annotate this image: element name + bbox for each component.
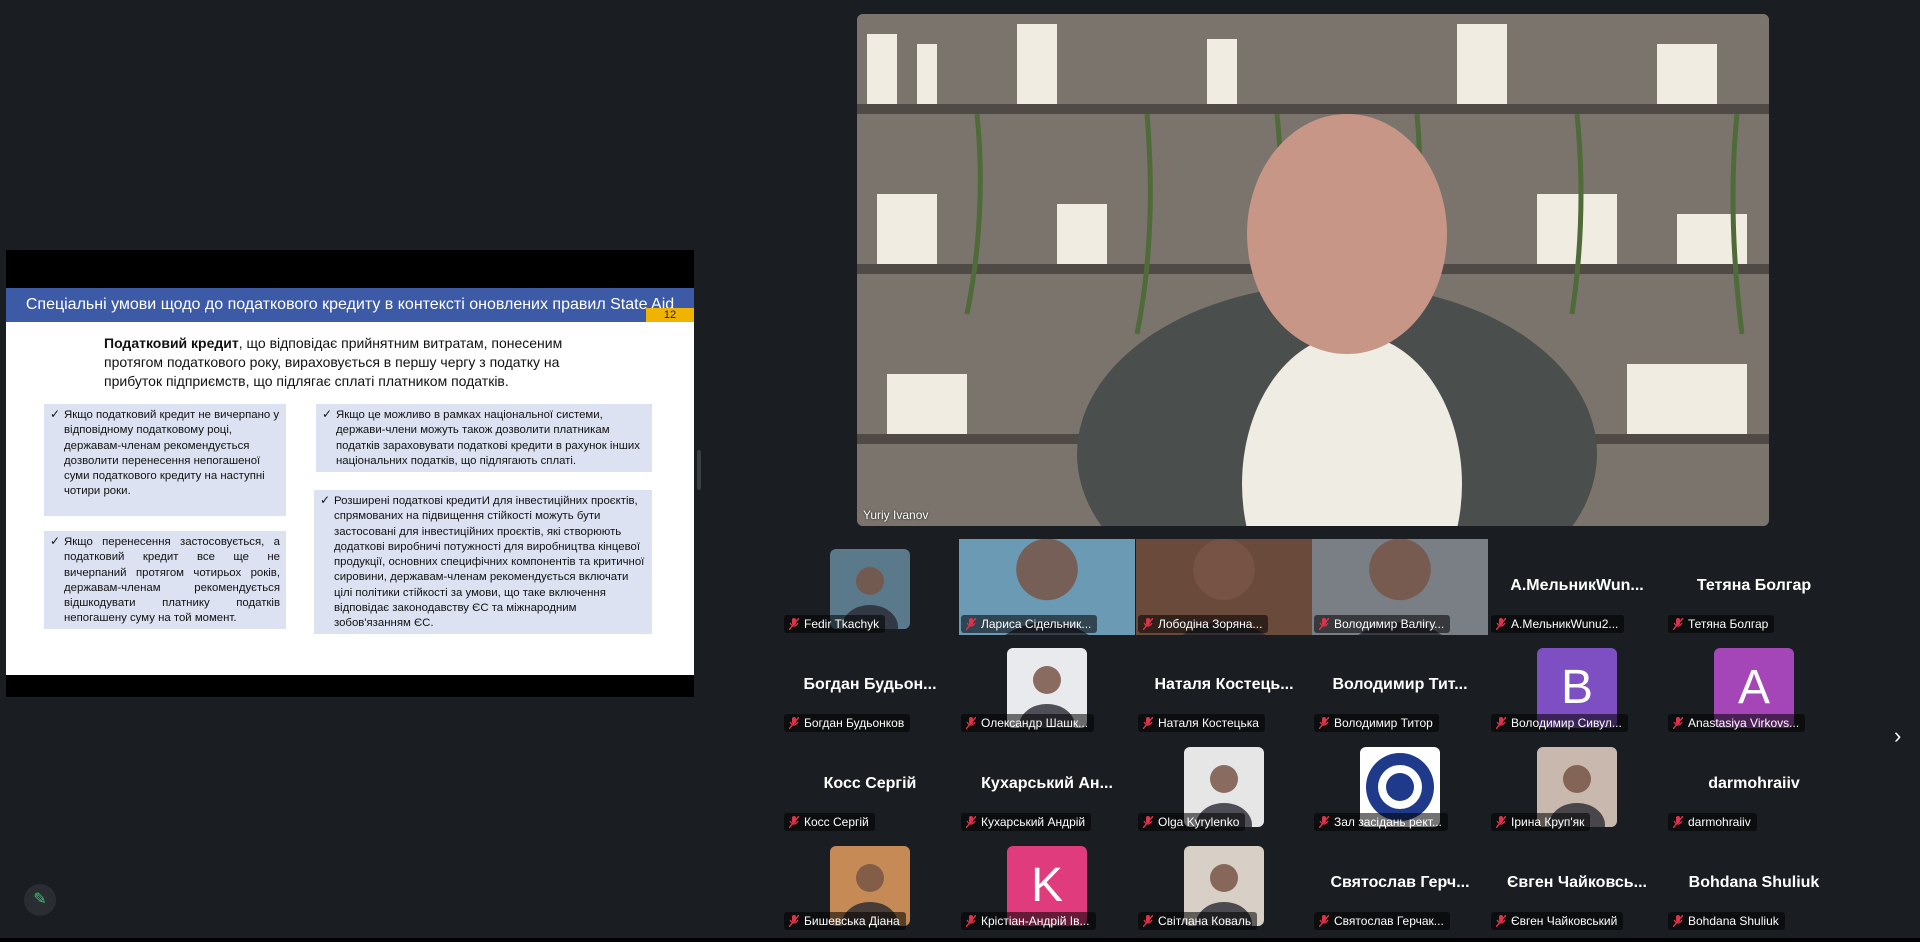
muted-mic-icon bbox=[1673, 915, 1683, 927]
muted-mic-icon bbox=[1496, 717, 1506, 729]
muted-mic-icon bbox=[1319, 717, 1329, 729]
participant-tile[interactable]: Олександр Шашк... bbox=[959, 638, 1135, 734]
muted-mic-icon bbox=[1319, 618, 1329, 630]
participant-tile[interactable]: A Anastasiya Virkovs... bbox=[1666, 638, 1842, 734]
muted-mic-icon bbox=[789, 915, 799, 927]
participant-tile[interactable]: Косс Сергій Косс Сергій bbox=[782, 737, 958, 833]
participant-name-label: Anastasiya Virkovs... bbox=[1668, 714, 1806, 732]
participant-name-label: Olga Kyrylenko bbox=[1138, 813, 1246, 831]
participant-name-label: Бишевська Діана bbox=[784, 912, 906, 930]
annotate-pencil-icon[interactable]: ✎ bbox=[24, 884, 56, 916]
participant-name-label: Володимир Титор bbox=[1314, 714, 1439, 732]
participant-tile[interactable]: Наталя Костець... Наталя Костецька bbox=[1136, 638, 1312, 734]
muted-mic-icon bbox=[1143, 717, 1153, 729]
participant-display-name: darmohraiiv bbox=[1708, 775, 1800, 792]
participant-tile[interactable]: Євген Чайковсь... Євген Чайковський bbox=[1489, 836, 1665, 932]
participant-tile[interactable]: darmohraiiv darmohraiiv bbox=[1666, 737, 1842, 833]
participant-name-label: Володимир Валігу... bbox=[1314, 615, 1451, 633]
participant-tile[interactable]: Володимир Валігу... bbox=[1312, 539, 1488, 635]
participant-display-name: Володимир Тит... bbox=[1332, 676, 1468, 693]
participant-display-name: Святослав Герч... bbox=[1330, 874, 1470, 891]
muted-mic-icon bbox=[966, 618, 976, 630]
participant-name-label: Олександр Шашк... bbox=[961, 714, 1095, 732]
muted-mic-icon bbox=[1143, 915, 1153, 927]
participant-display-name: Bohdana Shuliuk bbox=[1688, 874, 1820, 891]
participant-tile[interactable]: Світлана Коваль bbox=[1136, 836, 1312, 932]
muted-mic-icon bbox=[1673, 717, 1683, 729]
muted-mic-icon bbox=[789, 618, 799, 630]
next-page-arrow-icon[interactable]: › bbox=[1894, 724, 1910, 748]
muted-mic-icon bbox=[966, 915, 976, 927]
muted-mic-icon bbox=[789, 717, 799, 729]
participant-tile[interactable]: Fedir Tkachyk bbox=[782, 539, 958, 635]
participant-name-label: Євген Чайковський bbox=[1491, 912, 1624, 930]
muted-mic-icon bbox=[966, 816, 976, 828]
participant-name-label: Богдан Будьонков bbox=[784, 714, 911, 732]
participant-tile[interactable]: Святослав Герч... Святослав Герчак... bbox=[1312, 836, 1488, 932]
participant-tile[interactable]: Тетяна Болгар Тетяна Болгар bbox=[1666, 539, 1842, 635]
participant-tile[interactable]: Богдан Будьон... Богдан Будьонков bbox=[782, 638, 958, 734]
participant-name-label: Ірина Круп'як bbox=[1491, 813, 1591, 831]
participant-name-label: Bohdana Shuliuk bbox=[1668, 912, 1785, 930]
participant-name-label: Кухарський Андрій bbox=[961, 813, 1092, 831]
muted-mic-icon bbox=[1319, 915, 1329, 927]
muted-mic-icon bbox=[789, 816, 799, 828]
bottom-edge bbox=[0, 938, 1920, 942]
participant-display-name: Кухарський Ан... bbox=[981, 775, 1113, 792]
participant-gallery: Fedir Tkachyk Лариса Сідельник... Лободіна… bbox=[0, 0, 1920, 942]
participant-tile[interactable]: Володимир Тит... Володимир Титор bbox=[1312, 638, 1488, 734]
muted-mic-icon bbox=[1143, 816, 1153, 828]
participant-name-label: А.МельникWunu2... bbox=[1491, 615, 1625, 633]
participant-tile[interactable]: Olga Kyrylenko bbox=[1136, 737, 1312, 833]
participant-tile[interactable]: А.МельникWun... А.МельникWunu2... bbox=[1489, 539, 1665, 635]
participant-display-name: Тетяна Болгар bbox=[1696, 577, 1812, 594]
participant-display-name: Косс Сергій bbox=[823, 775, 917, 792]
participant-name-label: darmohraiiv bbox=[1668, 813, 1757, 831]
participant-name-label: Fedir Tkachyk bbox=[784, 615, 886, 633]
muted-mic-icon bbox=[966, 717, 976, 729]
participant-tile[interactable]: Зал засідань рект... bbox=[1312, 737, 1488, 833]
participant-name-label: Крістіан-Андрій Ів... bbox=[961, 912, 1096, 930]
participant-tile[interactable]: Лариса Сідельник... bbox=[959, 539, 1135, 635]
participant-tile[interactable]: Бишевська Діана bbox=[782, 836, 958, 932]
participant-tile[interactable]: Bohdana Shuliuk Bohdana Shuliuk bbox=[1666, 836, 1842, 932]
participant-name-label: Косс Сергій bbox=[784, 813, 875, 831]
participant-name-label: Зал засідань рект... bbox=[1314, 813, 1448, 831]
participant-display-name: Євген Чайковсь... bbox=[1507, 874, 1647, 891]
muted-mic-icon bbox=[1496, 618, 1506, 630]
participant-name-label: Святослав Герчак... bbox=[1314, 912, 1450, 930]
participant-display-name: Богдан Будьон... bbox=[803, 676, 937, 693]
participant-name-label: Світлана Коваль bbox=[1138, 912, 1258, 930]
participant-tile[interactable]: B Володимир Сивул... bbox=[1489, 638, 1665, 734]
muted-mic-icon bbox=[1673, 816, 1683, 828]
participant-tile[interactable]: Лободіна Зоряна... bbox=[1136, 539, 1312, 635]
participant-name-label: Тетяна Болгар bbox=[1668, 615, 1775, 633]
participant-tile[interactable]: Ірина Круп'як bbox=[1489, 737, 1665, 833]
participant-display-name: Наталя Костець... bbox=[1154, 676, 1294, 693]
participant-display-name: А.МельникWun... bbox=[1510, 577, 1644, 594]
participant-name-label: Лариса Сідельник... bbox=[961, 615, 1098, 633]
participant-name-label: Володимир Сивул... bbox=[1491, 714, 1628, 732]
muted-mic-icon bbox=[1496, 816, 1506, 828]
muted-mic-icon bbox=[1673, 618, 1683, 630]
muted-mic-icon bbox=[1143, 618, 1153, 630]
muted-mic-icon bbox=[1319, 816, 1329, 828]
participant-tile[interactable]: Кухарський Ан... Кухарський Андрій bbox=[959, 737, 1135, 833]
participant-name-label: Наталя Костецька bbox=[1138, 714, 1265, 732]
participant-tile[interactable]: K Крістіан-Андрій Ів... bbox=[959, 836, 1135, 932]
muted-mic-icon bbox=[1496, 915, 1506, 927]
participant-name-label: Лободіна Зоряна... bbox=[1138, 615, 1269, 633]
